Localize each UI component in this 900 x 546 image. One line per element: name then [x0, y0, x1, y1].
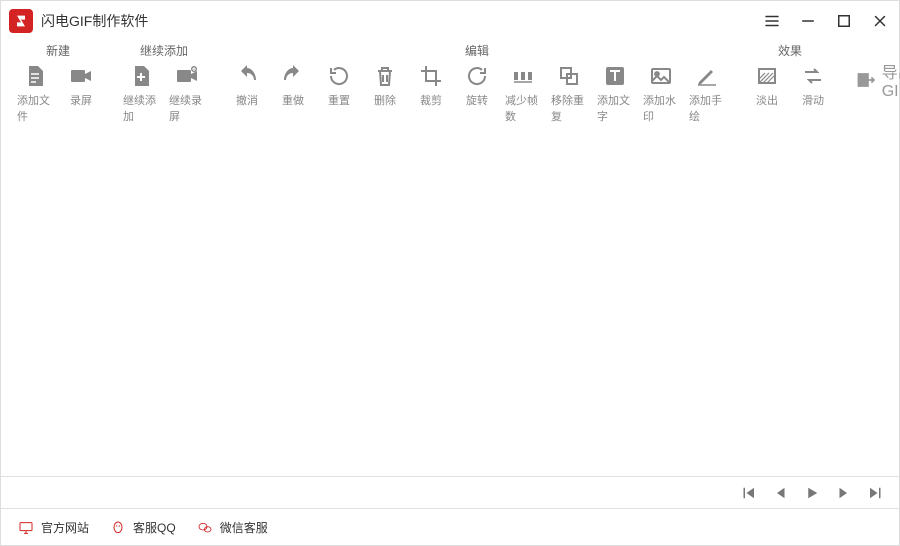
qq-link[interactable]: 客服QQ	[109, 519, 176, 537]
app-title: 闪电GIF制作软件	[41, 11, 761, 31]
wechat-link[interactable]: 微信客服	[196, 519, 268, 537]
undo-icon	[233, 62, 261, 90]
titlebar: 闪电GIF制作软件	[1, 1, 899, 41]
rotate-button[interactable]: 旋转	[457, 62, 497, 124]
crop-icon	[417, 62, 445, 90]
maximize-button[interactable]	[833, 10, 855, 32]
window-controls	[761, 10, 891, 32]
statusbar: 官方网站 客服QQ 微信客服	[1, 508, 899, 546]
rotate-icon	[463, 62, 491, 90]
camera-icon	[67, 62, 95, 90]
export-icon	[855, 64, 876, 96]
add-text-button[interactable]: 添加文字	[595, 62, 635, 124]
crop-button[interactable]: 裁剪	[411, 62, 451, 124]
slide-button[interactable]: 滑动	[793, 62, 833, 108]
add-watermark-button[interactable]: 添加水印	[641, 62, 681, 124]
add-more-button[interactable]: 继续添加	[121, 62, 161, 124]
website-link[interactable]: 官方网站	[17, 519, 89, 537]
file-add-icon	[127, 62, 155, 90]
remove-dup-icon	[555, 62, 583, 90]
reduce-frames-icon	[509, 62, 537, 90]
menu-icon[interactable]	[761, 10, 783, 32]
first-frame-button[interactable]	[737, 482, 759, 504]
minimize-button[interactable]	[797, 10, 819, 32]
redo-icon	[279, 62, 307, 90]
record-screen-button[interactable]: 录屏	[61, 62, 101, 124]
group-new: 新建 添加文件 录屏	[11, 41, 105, 124]
group-header-continue: 继续添加	[140, 41, 188, 62]
group-header-edit: 编辑	[465, 41, 489, 62]
app-logo	[9, 9, 33, 33]
qq-icon	[109, 519, 127, 537]
record-more-button[interactable]: 继续录屏	[167, 62, 207, 124]
delete-button[interactable]: 删除	[365, 62, 405, 124]
slide-icon	[799, 62, 827, 90]
group-header-effect: 效果	[778, 41, 802, 62]
text-icon	[601, 62, 629, 90]
wechat-icon	[196, 519, 214, 537]
redo-button[interactable]: 重做	[273, 62, 313, 124]
add-file-button[interactable]: 添加文件	[15, 62, 55, 124]
fade-button[interactable]: 淡出	[747, 62, 787, 108]
trash-icon	[371, 62, 399, 90]
reset-button[interactable]: 重置	[319, 62, 359, 124]
undo-button[interactable]: 撤消	[227, 62, 267, 124]
toolbar: 新建 添加文件 录屏 继续添加 继续添加 继续录屏 编辑	[1, 41, 899, 111]
last-frame-button[interactable]	[865, 482, 887, 504]
export-gif-button[interactable]: 导出GIF	[849, 59, 900, 101]
next-frame-button[interactable]	[833, 482, 855, 504]
group-continue: 继续添加 继续添加 继续录屏	[117, 41, 211, 124]
remove-duplicate-button[interactable]: 移除重复	[549, 62, 589, 124]
prev-frame-button[interactable]	[769, 482, 791, 504]
close-button[interactable]	[869, 10, 891, 32]
timeline-controls	[1, 476, 899, 508]
group-edit: 编辑 撤消 重做 重置 删除 裁剪	[223, 41, 731, 124]
camera-add-icon	[173, 62, 201, 90]
file-icon	[21, 62, 49, 90]
reduce-frames-button[interactable]: 减少帧数	[503, 62, 543, 124]
add-draw-button[interactable]: 添加手绘	[687, 62, 727, 124]
watermark-icon	[647, 62, 675, 90]
fade-icon	[753, 62, 781, 90]
group-effect: 效果 淡出 滑动	[743, 41, 837, 108]
workspace	[1, 111, 899, 476]
play-button[interactable]	[801, 482, 823, 504]
pencil-icon	[693, 62, 721, 90]
monitor-icon	[17, 519, 35, 537]
reset-icon	[325, 62, 353, 90]
group-header-new: 新建	[46, 41, 70, 62]
